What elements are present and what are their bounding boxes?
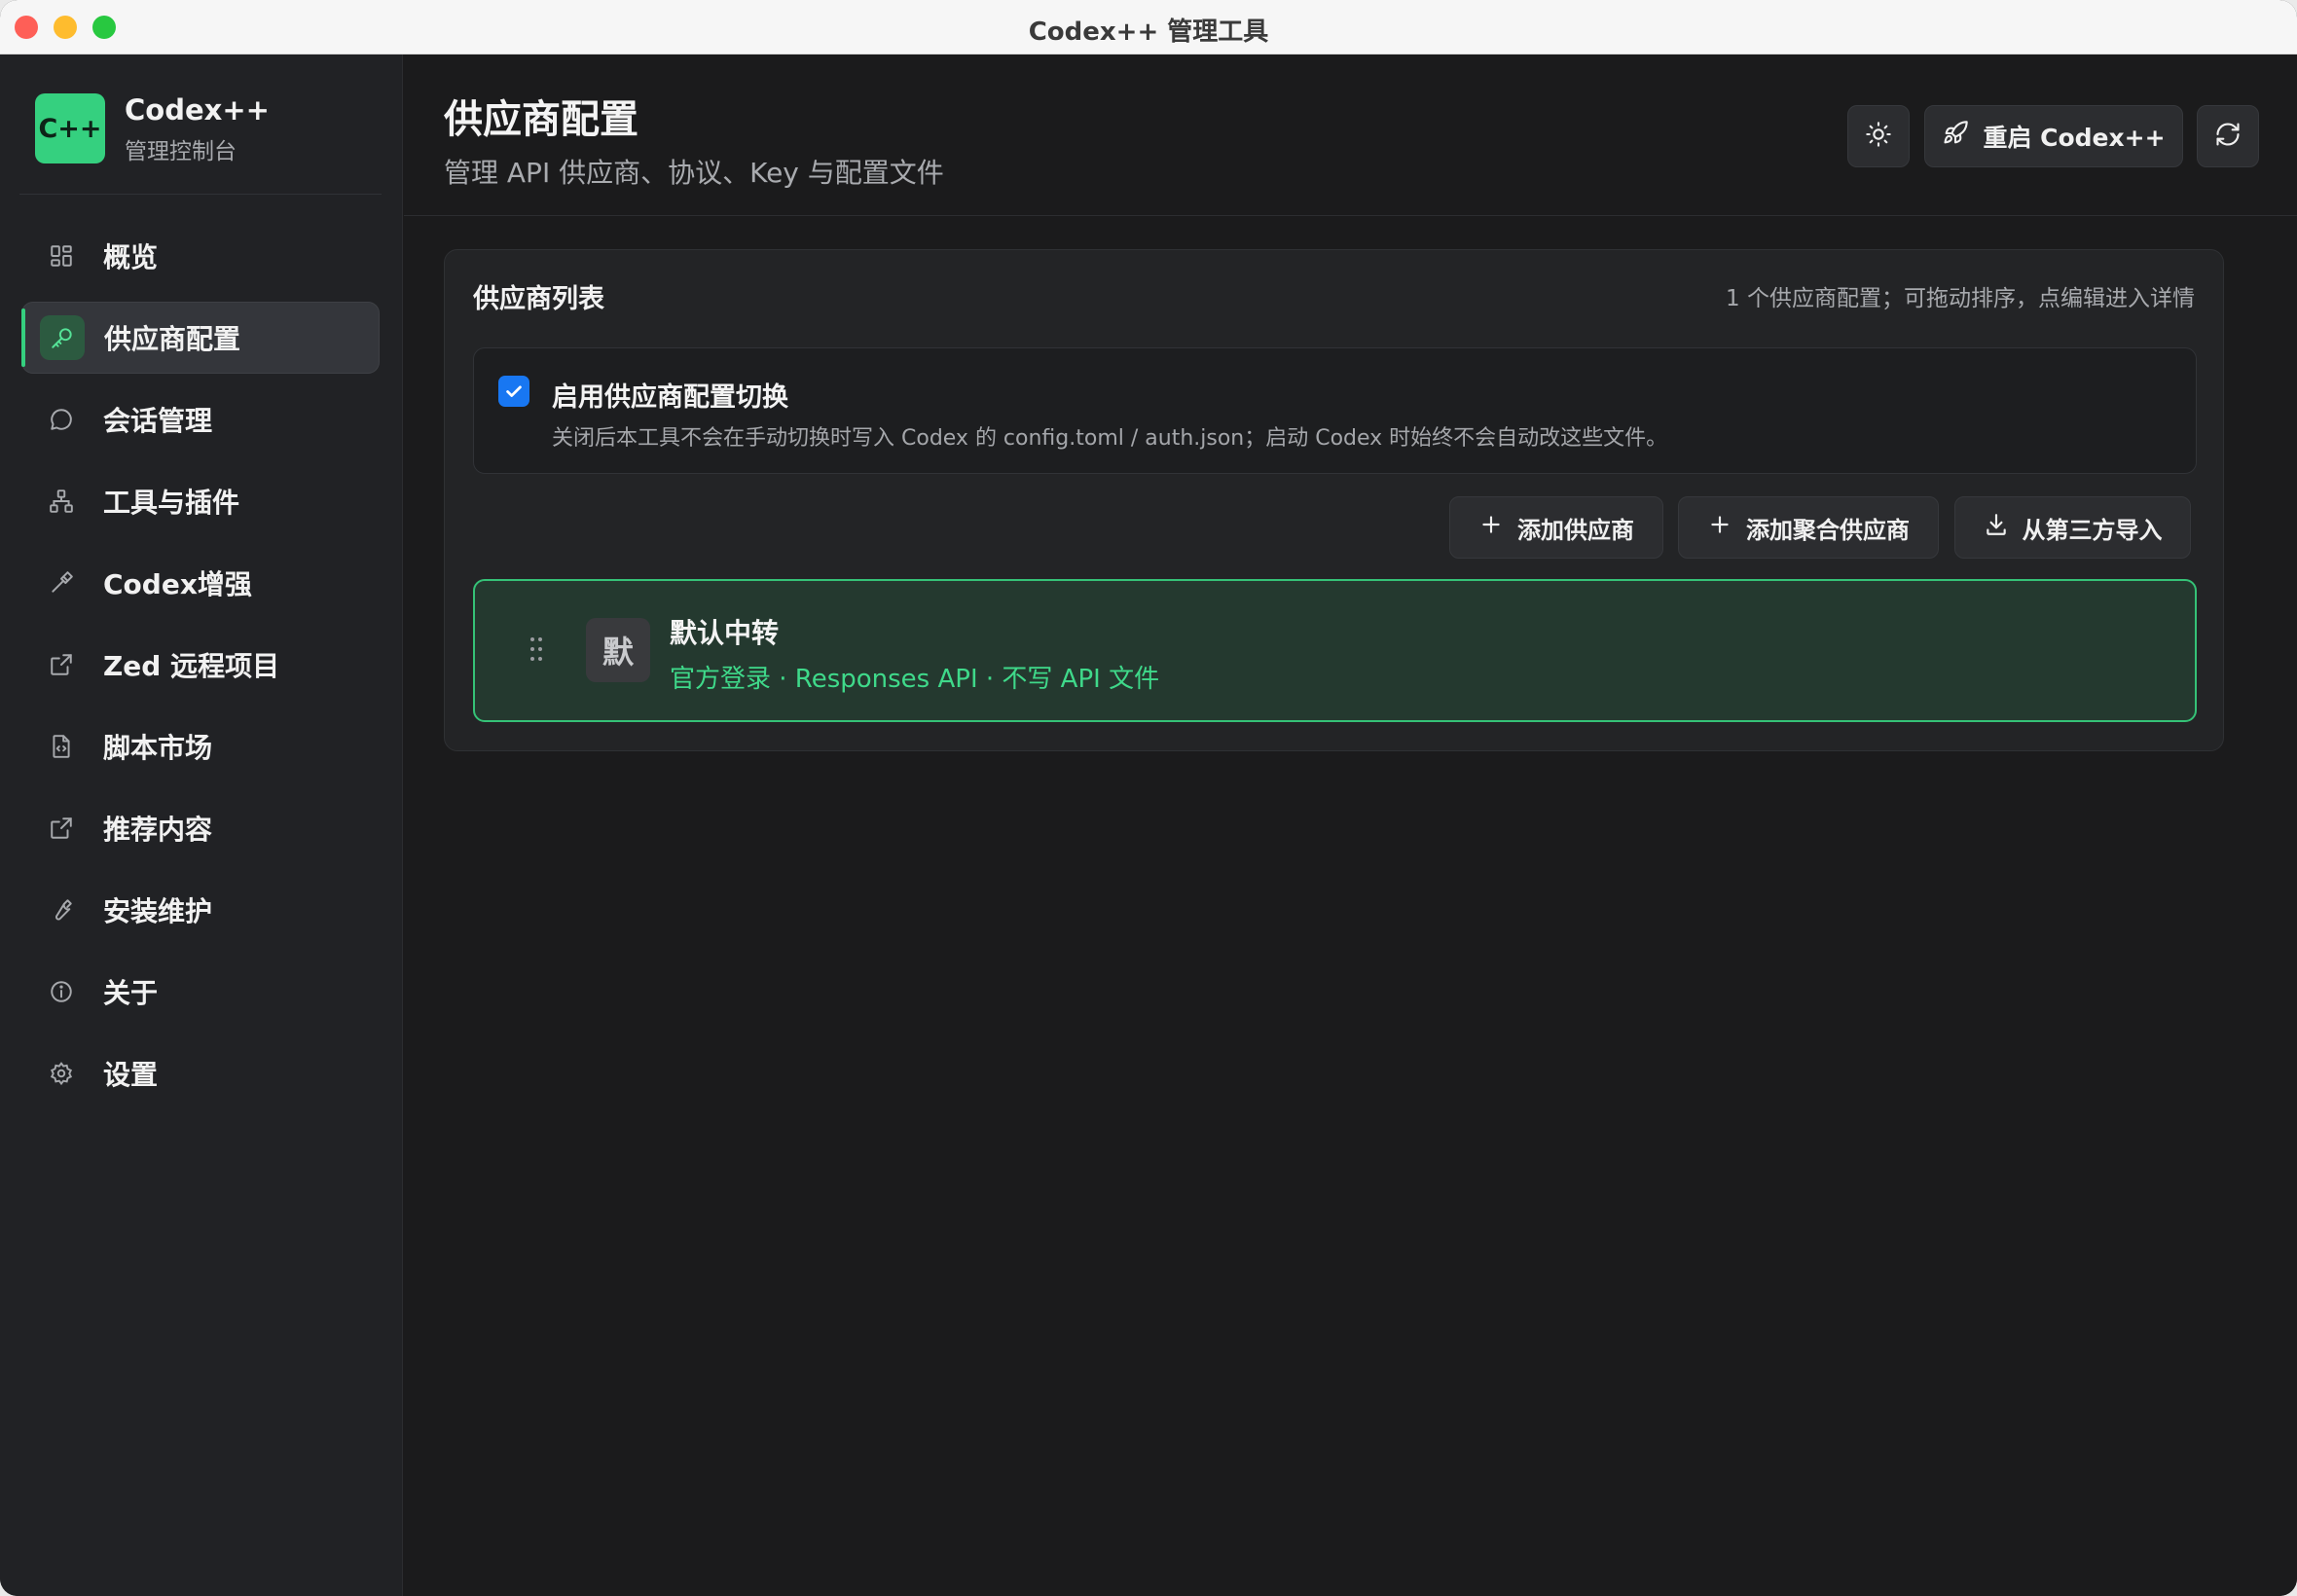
add-aggregate-provider-button[interactable]: 添加聚合供应商: [1678, 496, 1939, 559]
app-window: Codex++ 管理工具 C++ Codex++ 管理控制台 概览 供应商配置: [0, 0, 2297, 1596]
rocket-icon: [1942, 120, 1983, 153]
provider-switch-toggle: 启用供应商配置切换 关闭后本工具不会在手动切换时写入 Codex 的 confi…: [473, 347, 2197, 474]
sidebar-item-label: 推荐内容: [103, 814, 213, 846]
title-bar: Codex++ 管理工具: [0, 0, 2297, 54]
sidebar-nav: 概览 供应商配置 会话管理 工具与插件 Codex增强 Zed 远程项目 脚本市…: [21, 220, 380, 1119]
brand-logo: C++: [35, 93, 105, 163]
page-subtitle: 管理 API 供应商、协议、Key 与配置文件: [444, 157, 944, 189]
page-title: 供应商配置: [444, 97, 638, 142]
add-provider-label: 添加供应商: [1517, 516, 1634, 544]
sidebar-item-install-maintain[interactable]: 安装维护: [21, 874, 380, 946]
network-icon: [39, 479, 84, 524]
drag-handle-icon[interactable]: [529, 635, 544, 663]
gear-icon: [39, 1051, 84, 1096]
sun-icon: [1865, 121, 1892, 152]
sidebar-item-sessions[interactable]: 会话管理: [21, 383, 380, 455]
provider-item[interactable]: 默 默认中转 官方登录 · Responses API · 不写 API 文件: [473, 579, 2197, 722]
grid-icon: [39, 234, 84, 278]
sidebar-item-label: Zed 远程项目: [103, 650, 280, 682]
sidebar-item-settings[interactable]: 设置: [21, 1037, 380, 1109]
card-hint: 1 个供应商配置；可拖动排序，点编辑进入详情: [1726, 286, 2195, 311]
sidebar-item-tools-plugins[interactable]: 工具与插件: [21, 465, 380, 537]
plus-icon: [1707, 512, 1746, 543]
sidebar-item-label: 关于: [103, 977, 159, 1009]
import-third-party-button[interactable]: 从第三方导入: [1954, 496, 2191, 559]
restart-codex-label: 重启 Codex++: [1983, 124, 2166, 152]
wrench-icon: [39, 888, 84, 932]
download-icon: [1984, 512, 2023, 543]
enable-provider-switch-checkbox[interactable]: [498, 376, 529, 407]
restart-codex-button[interactable]: 重启 Codex++: [1924, 105, 2183, 167]
provider-name: 默认中转: [670, 617, 780, 649]
provider-meta: 官方登录 · Responses API · 不写 API 文件: [670, 665, 1160, 694]
refresh-icon: [2214, 121, 2242, 152]
sidebar-item-script-market[interactable]: 脚本市场: [21, 710, 380, 782]
sidebar-item-about[interactable]: 关于: [21, 956, 380, 1028]
refresh-button[interactable]: [2197, 105, 2259, 167]
sidebar-item-overview[interactable]: 概览: [21, 220, 380, 292]
sidebar-item-label: 设置: [103, 1059, 159, 1091]
sidebar-item-label: 概览: [103, 241, 159, 273]
main-content: 供应商配置 管理 API 供应商、协议、Key 与配置文件 重启 Codex++: [404, 54, 2297, 1596]
sidebar-item-label: 脚本市场: [103, 732, 213, 764]
add-aggregate-provider-label: 添加聚合供应商: [1746, 516, 1910, 544]
sidebar-item-zed-remote[interactable]: Zed 远程项目: [21, 629, 380, 701]
toggle-title: 启用供应商配置切换: [552, 382, 788, 413]
chat-bubble-icon: [39, 397, 84, 442]
sidebar-item-label: 工具与插件: [103, 487, 240, 519]
add-provider-button[interactable]: 添加供应商: [1449, 496, 1663, 559]
card-title: 供应商列表: [473, 284, 604, 314]
provider-avatar: 默: [586, 618, 650, 682]
toggle-description: 关闭后本工具不会在手动切换时写入 Codex 的 config.toml / a…: [552, 426, 1668, 451]
info-icon: [39, 969, 84, 1014]
sidebar-item-providers[interactable]: 供应商配置: [21, 302, 380, 374]
sidebar-item-label: 供应商配置: [104, 323, 241, 355]
sidebar-item-recommended[interactable]: 推荐内容: [21, 792, 380, 864]
key-icon: [40, 315, 85, 360]
sidebar-item-label: 会话管理: [103, 405, 213, 437]
file-code-icon: [39, 724, 84, 769]
import-third-party-label: 从第三方导入: [2022, 516, 2163, 544]
theme-toggle-button[interactable]: [1847, 105, 1910, 167]
provider-list-card: 供应商列表 1 个供应商配置；可拖动排序，点编辑进入详情 启用供应商配置切换 关…: [444, 249, 2224, 751]
window-title: Codex++ 管理工具: [1028, 18, 1269, 47]
brand-subtitle: 管理控制台: [125, 139, 237, 164]
page-header: 供应商配置 管理 API 供应商、协议、Key 与配置文件 重启 Codex++: [404, 54, 2297, 216]
sidebar: C++ Codex++ 管理控制台 概览 供应商配置 会话管理 工具与插件 Co…: [0, 54, 403, 1596]
sidebar-divider: [19, 194, 382, 195]
external-link-icon: [39, 642, 84, 687]
hammer-icon: [39, 561, 84, 605]
sidebar-item-label: Codex增强: [103, 568, 252, 600]
sidebar-item-codex-enhance[interactable]: Codex增强: [21, 547, 380, 619]
sidebar-item-label: 安装维护: [103, 895, 213, 927]
external-link-icon: [39, 806, 84, 851]
check-icon: [506, 385, 522, 397]
brand-name: Codex++: [125, 93, 270, 127]
plus-icon: [1478, 512, 1517, 543]
